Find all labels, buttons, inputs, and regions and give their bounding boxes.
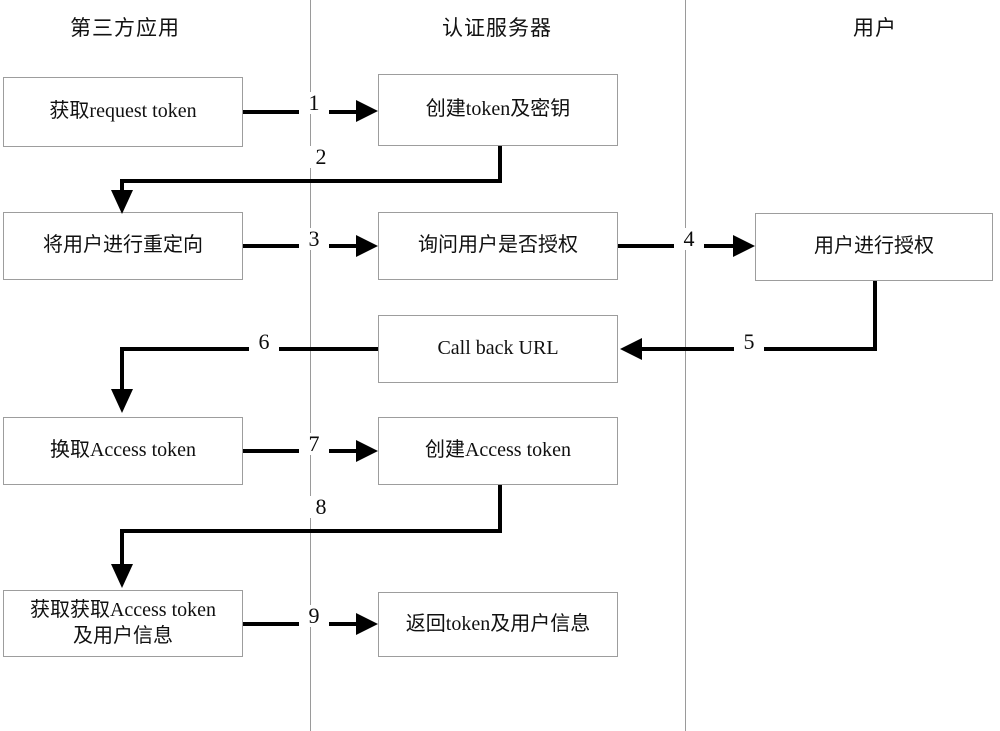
node-create-access-token[interactable]: 创建Access token	[378, 417, 618, 485]
node-label: 换取Access token	[49, 439, 197, 462]
node-label: 创建token及密钥	[425, 98, 571, 121]
edge-2-line-h	[120, 179, 502, 183]
edge-label-9: 9	[299, 605, 329, 627]
lane-header-auth-server: 认证服务器	[442, 16, 552, 40]
edge-4-arrowhead-icon	[733, 235, 755, 257]
edge-1-arrowhead-icon	[356, 100, 378, 122]
node-label: 创建Access token	[424, 439, 572, 462]
lane-header-third-party-app: 第三方应用	[70, 16, 180, 40]
edge-8-line-v2	[120, 529, 124, 567]
edge-8-line-v1	[498, 485, 502, 533]
node-label: 询问用户是否授权	[418, 234, 578, 257]
node-call-back-url[interactable]: Call back URL	[378, 315, 618, 383]
node-get-access-token-and-userinfo[interactable]: 获取获取Access token 及用户信息	[3, 590, 243, 657]
edge-label-3: 3	[299, 228, 329, 250]
node-create-token-and-secret[interactable]: 创建token及密钥	[378, 74, 618, 146]
lane-header-user: 用户	[853, 16, 897, 40]
edge-6-line-v	[120, 347, 124, 391]
node-ask-user-authorize[interactable]: 询问用户是否授权	[378, 212, 618, 280]
edge-2-line-v1	[498, 146, 502, 183]
node-label: 返回token及用户信息	[405, 612, 591, 635]
edge-8-arrowhead-icon	[111, 564, 133, 588]
node-label: Call back URL	[437, 337, 559, 360]
node-label: 获取request token	[49, 100, 197, 123]
edge-9-arrowhead-icon	[356, 613, 378, 635]
node-exchange-access-token[interactable]: 换取Access token	[3, 417, 243, 485]
edge-label-8: 8	[306, 496, 336, 518]
edge-6-arrowhead-icon	[111, 389, 133, 413]
node-user-authorizes[interactable]: 用户进行授权	[755, 213, 993, 281]
node-label: 将用户进行重定向	[43, 234, 203, 257]
edge-label-7: 7	[299, 433, 329, 455]
edge-label-4: 4	[674, 228, 704, 250]
node-label: 获取获取Access token 及用户信息	[29, 598, 217, 647]
edge-5-arrowhead-icon	[620, 338, 642, 360]
node-label: 用户进行授权	[814, 235, 934, 258]
edge-label-1: 1	[299, 92, 329, 114]
edge-label-5: 5	[734, 331, 764, 353]
edge-label-6: 6	[249, 331, 279, 353]
edge-8-line-h	[120, 529, 502, 533]
edge-7-arrowhead-icon	[356, 440, 378, 462]
node-redirect-user[interactable]: 将用户进行重定向	[3, 212, 243, 280]
edge-label-2: 2	[306, 146, 336, 168]
node-get-request-token[interactable]: 获取request token	[3, 77, 243, 147]
edge-3-arrowhead-icon	[356, 235, 378, 257]
flowchart-canvas: 第三方应用 认证服务器 用户 获取request token 创建token及密…	[0, 0, 1000, 731]
edge-5-line-v	[873, 281, 877, 351]
node-return-token-and-userinfo[interactable]: 返回token及用户信息	[378, 592, 618, 657]
edge-2-arrowhead-icon	[111, 190, 133, 214]
lane-divider-2	[685, 0, 686, 731]
